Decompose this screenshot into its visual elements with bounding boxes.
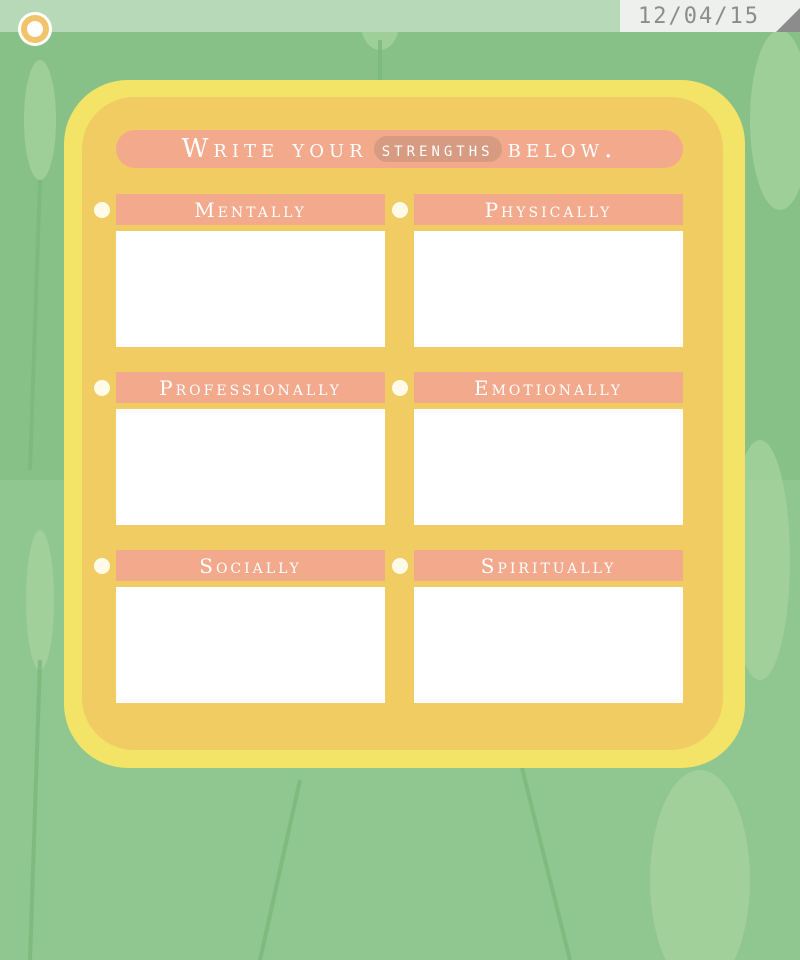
mentally-input[interactable] <box>116 231 385 347</box>
section-label: Socially <box>116 550 385 581</box>
menu-button[interactable] <box>18 12 52 46</box>
bullet-dot-icon <box>94 202 110 218</box>
bullet-dot-icon <box>392 558 408 574</box>
page-fold-icon <box>776 8 800 32</box>
prompt-highlight: strengths <box>373 136 502 162</box>
section-label: Emotionally <box>414 372 683 403</box>
socially-input[interactable] <box>116 587 385 703</box>
bullet-dot-icon <box>392 202 408 218</box>
bullet-dot-icon <box>94 380 110 396</box>
prompt-text-before: Write your <box>181 134 368 164</box>
section-label: Professionally <box>116 372 385 403</box>
menu-circle-icon <box>27 21 43 37</box>
bullet-dot-icon <box>392 380 408 396</box>
section-label: Spiritually <box>414 550 683 581</box>
section-label: Physically <box>414 194 683 225</box>
spiritually-input[interactable] <box>414 587 683 703</box>
prompt-title: Write your strengths below. <box>116 130 683 168</box>
date-label: 12/04/15 <box>638 4 760 29</box>
emotionally-input[interactable] <box>414 409 683 525</box>
section-label: Mentally <box>116 194 385 225</box>
bullet-dot-icon <box>94 558 110 574</box>
physically-input[interactable] <box>414 231 683 347</box>
date-tab: 12/04/15 <box>620 0 800 32</box>
professionally-input[interactable] <box>116 409 385 525</box>
prompt-text-after: below. <box>507 134 618 164</box>
